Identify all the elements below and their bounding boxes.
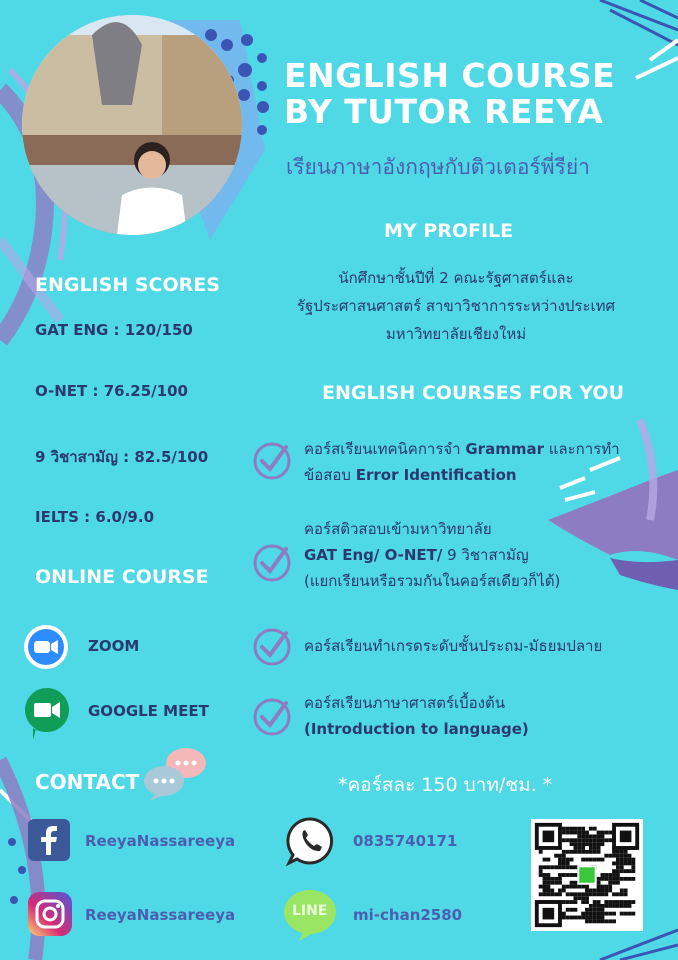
facebook-icon [28,819,70,861]
profile-line-3: มหาวิทยาลัยเชียงใหม่ [385,325,527,343]
profile-description: นักศึกษาชั้นปีที่ 2 คณะรัฐศาสตร์และ รัฐป… [256,264,656,348]
online-course-heading: ONLINE COURSE [35,566,209,588]
check-icon [253,442,291,480]
check-icon [253,698,291,736]
contact-heading: CONTACT [35,770,140,794]
qr-code [531,819,643,931]
chat-bubbles-icon [144,748,206,801]
course-item-1: คอร์สเรียนเทคนิคการจำ Grammar และการทำ ข… [304,436,676,488]
course-item-3: คอร์สเรียนทำเกรดระดับชั้นประถม-มัธยมปลาย [304,637,603,655]
profile-photo [22,15,242,235]
instagram-icon [28,892,72,936]
courses-heading: ENGLISH COURSES FOR YOU [322,382,625,404]
course-1-text-end: และการทำ [544,440,620,458]
google-meet-icon [25,688,69,740]
course-item-4: คอร์สเรียนภาษาศาสตร์เบื้องต้น (Introduct… [304,690,676,742]
scores-heading: ENGLISH SCORES [35,274,220,296]
page-subtitle: เรียนภาษาอังกฤษกับติวเตอร์พี่รีย่า [286,155,590,179]
course-1-line2-bold: Error Identification [355,466,517,484]
profile-heading: MY PROFILE [384,220,514,242]
check-icon [253,544,291,582]
profile-photo-illustration [22,15,242,235]
score-ielts: IELTS : 6.0/9.0 [35,508,155,526]
line-icon: LINE [283,888,337,942]
course-item-2: คอร์สติวสอบเข้ามหาวิทยาลัย GAT Eng/ O-NE… [304,516,676,594]
facebook-handle[interactable]: ReeyaNassareeya [85,832,235,850]
score-onet: O-NET : 76.25/100 [35,382,188,400]
zoom-label: ZOOM [88,637,140,655]
course-4-line2: (Introduction to language) [304,720,529,738]
score-gat: GAT ENG : 120/150 [35,321,193,339]
google-meet-label: GOOGLE MEET [88,702,209,720]
course-2-line2-bold: GAT Eng/ O-NET/ [304,546,443,564]
score-9-subjects: 9 วิชาสามัญ : 82.5/100 [35,448,209,466]
course-1-text: คอร์สเรียนเทคนิคการจำ [304,440,466,458]
course-1-line2: ข้อสอบ [304,466,356,484]
phone-number[interactable]: 0835740171 [353,832,457,850]
whatsapp-icon [285,817,334,867]
course-2-line2: 9 วิชาสามัญ [442,546,529,564]
check-icon [253,628,291,666]
course-1-bold: Grammar [465,440,544,458]
profile-line-1: นักศึกษาชั้นปีที่ 2 คณะรัฐศาสตร์และ [338,269,574,287]
course-4-line1: คอร์สเรียนภาษาศาสตร์เบื้องต้น [304,694,505,712]
line-id[interactable]: mi-chan2580 [353,906,462,924]
zoom-icon [24,625,68,669]
course-2-line3: (แยกเรียนหรือรวมกันในคอร์สเดียวก็ได้) [304,572,561,590]
price-note: *คอร์สละ 150 บาท/ชม. * [338,774,553,796]
profile-line-2: รัฐประศาสนศาสตร์ สาขาวิชาการระหว่างประเท… [296,297,616,315]
line-logo-text: LINE [292,903,328,919]
page-title: ENGLISH COURSE BY TUTOR REEYA [284,56,616,131]
instagram-handle[interactable]: ReeyaNassareeya [85,906,235,924]
course-2-line1: คอร์สติวสอบเข้ามหาวิทยาลัย [304,520,492,538]
